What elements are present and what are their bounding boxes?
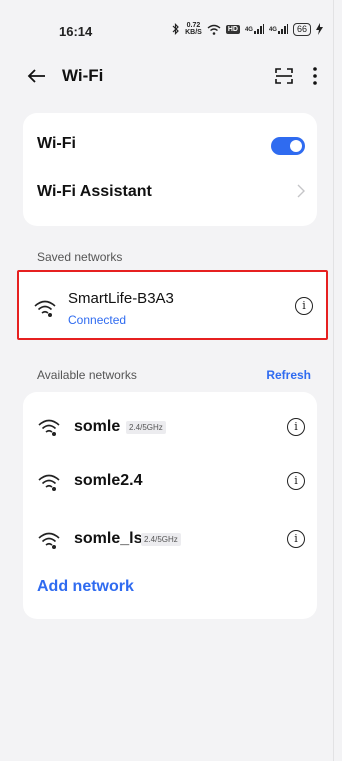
info-icon[interactable]: i xyxy=(287,418,305,436)
status-bar: 16:14 0.72 KB/S HD 4G 4G 66 xyxy=(7,0,333,62)
app-header: Wi-Fi xyxy=(7,60,333,100)
signal-icon-1: 4G xyxy=(245,24,264,34)
network-item[interactable]: somle_ls 2.4/5GHz i xyxy=(23,508,317,566)
bluetooth-icon xyxy=(172,23,179,35)
network-name: somle2.4 xyxy=(74,472,143,489)
saved-network-status: Connected xyxy=(68,313,127,327)
band-badge: 2.4/5GHz xyxy=(126,421,166,434)
chevron-right-icon[interactable] xyxy=(295,183,307,199)
network-name: somle_ls xyxy=(74,530,143,547)
add-network-button[interactable]: Add network xyxy=(37,578,134,596)
wifi-signal-icon xyxy=(38,419,60,436)
network-item[interactable]: somle2.4 i xyxy=(23,450,317,508)
saved-networks-label: Saved networks xyxy=(37,250,123,264)
status-time: 16:14 xyxy=(59,24,93,39)
wifi-settings-screen: 16:14 0.72 KB/S HD 4G 4G 66 Wi-Fi Wi-Fi … xyxy=(7,0,334,761)
info-icon[interactable]: i xyxy=(287,530,305,548)
wifi-status-icon xyxy=(207,24,221,35)
wifi-signal-icon xyxy=(38,474,60,491)
back-arrow-icon[interactable] xyxy=(25,64,49,88)
band-badge: 2.4/5GHz xyxy=(141,533,181,546)
available-networks-card: somle 2.4/5GHz i somle2.4 i somle_ls 2.4… xyxy=(23,392,317,619)
hd-badge: HD xyxy=(225,24,240,34)
page-title: Wi-Fi xyxy=(62,66,104,85)
info-icon[interactable]: i xyxy=(295,297,313,315)
wifi-toggle[interactable] xyxy=(271,137,305,155)
info-icon[interactable]: i xyxy=(287,472,305,490)
wifi-signal-icon xyxy=(38,532,60,549)
refresh-button[interactable]: Refresh xyxy=(266,368,311,382)
wifi-assistant-label[interactable]: Wi-Fi Assistant xyxy=(37,183,152,201)
charging-icon xyxy=(316,23,323,35)
wifi-signal-icon xyxy=(34,300,56,317)
wifi-settings-card: Wi-Fi Wi-Fi Assistant xyxy=(23,113,317,226)
more-options-icon[interactable] xyxy=(305,64,325,88)
saved-network-name: SmartLife-B3A3 xyxy=(68,290,174,307)
battery-icon: 66 xyxy=(292,22,311,36)
status-icons: 0.72 KB/S HD 4G 4G 66 xyxy=(172,22,323,36)
signal-icon-2: 4G xyxy=(269,24,288,34)
available-networks-label: Available networks xyxy=(37,368,137,382)
saved-network-item[interactable]: SmartLife-B3A3 Connected i xyxy=(17,270,328,340)
toggle-knob xyxy=(290,140,302,152)
scan-qr-icon[interactable] xyxy=(273,65,295,87)
network-name: somle xyxy=(74,418,121,435)
network-speed: 0.72 KB/S xyxy=(185,22,202,36)
wifi-label: Wi-Fi xyxy=(37,135,76,152)
network-item[interactable]: somle 2.4/5GHz i xyxy=(23,392,317,450)
